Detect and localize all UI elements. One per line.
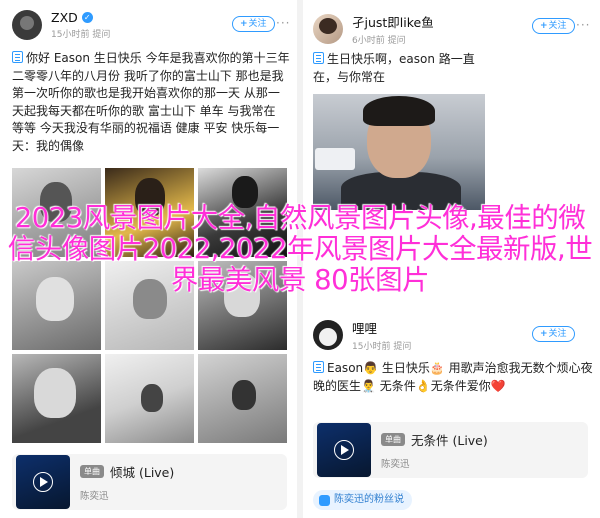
song-card[interactable]: 单曲 无条件 (Live) 陈奕迅 [313, 422, 588, 478]
song-title: 倾城 (Live) [110, 465, 175, 480]
overlay-title: 2023风景图片大全,自然风景图片头像,最佳的微信头像图片2022,2022年风… [7, 202, 593, 296]
play-icon[interactable] [33, 472, 53, 492]
photo[interactable] [12, 354, 101, 443]
more-icon[interactable]: ··· [276, 16, 290, 30]
right-post-header: 孑just即like鱼 6小时前 提问 [313, 12, 434, 46]
song-card[interactable]: 单曲 倾城 (Live) 陈奕迅 [12, 454, 287, 510]
fan-talk-link[interactable]: 陈奕迅的粉丝说 [313, 490, 412, 510]
fan-icon [319, 494, 330, 506]
post-photo[interactable] [313, 94, 485, 210]
follow-button[interactable]: +关注 [532, 18, 575, 34]
song-badge: 单曲 [381, 433, 405, 446]
left-post-header: ZXD ✓ 15小时前 提问 [12, 10, 110, 40]
follow-button[interactable]: +关注 [532, 326, 575, 342]
avatar[interactable] [12, 10, 42, 40]
post-time: 15小时前 提问 [352, 342, 412, 352]
photo[interactable] [105, 354, 194, 443]
avatar[interactable] [313, 320, 343, 350]
album-cover[interactable] [317, 423, 371, 477]
verified-icon: ✓ [81, 12, 93, 23]
post-text: Eason👨 生日快乐🎂 用歌声治愈我无数个烦心夜晚的医生👨‍⚕️ 无条件👌无条… [313, 361, 593, 393]
right-post2-header: 哩哩 15小时前 提问 [313, 318, 411, 352]
song-badge: 单曲 [80, 465, 104, 478]
post-text: 生日快乐啊，eason 路一直在，与你常在 [313, 52, 475, 84]
post-tag-icon [12, 51, 23, 63]
play-icon[interactable] [334, 440, 354, 460]
post-text: 你好 Eason 生日快乐 今年是我喜欢你的第十三年 二零零八年的八月份 我听了… [12, 51, 290, 153]
username[interactable]: 哩哩 [352, 318, 411, 337]
post-time: 15小时前 提问 [51, 30, 111, 40]
post-tag-icon [313, 52, 324, 64]
song-title: 无条件 (Live) [411, 433, 488, 448]
post-tag-icon [313, 361, 324, 373]
avatar[interactable] [313, 14, 343, 44]
post-time: 6小时前 提问 [352, 36, 406, 46]
photo[interactable] [198, 354, 287, 443]
song-artist: 陈奕迅 [80, 491, 109, 502]
more-icon[interactable]: ··· [576, 18, 590, 32]
username[interactable]: 孑just即like鱼 [352, 12, 434, 31]
username[interactable]: ZXD [51, 10, 78, 25]
song-artist: 陈奕迅 [381, 459, 410, 470]
album-cover[interactable] [16, 455, 70, 509]
follow-button[interactable]: +关注 [232, 16, 275, 32]
